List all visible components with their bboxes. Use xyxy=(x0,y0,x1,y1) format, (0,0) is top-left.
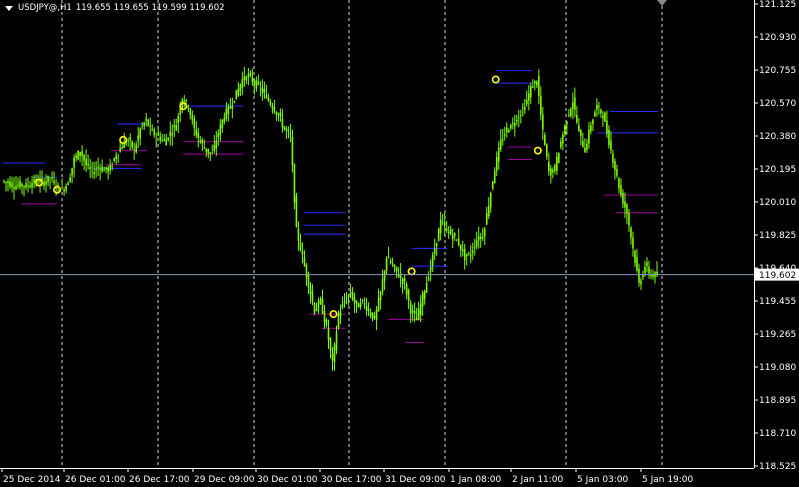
time-tick-label: 26 Dec 01:00 xyxy=(65,475,126,485)
ohlc-readout: 119.655 119.655 119.599 119.602 xyxy=(75,3,225,13)
signal-marker[interactable] xyxy=(35,178,44,187)
chart-header: USDJPY@,H1 119.655 119.655 119.599 119.6… xyxy=(0,0,229,16)
price-chart[interactable]: 121.125 120.930 120.755 120.570 120.380 120.1… xyxy=(0,0,799,487)
signal-marker[interactable] xyxy=(491,75,500,84)
time-tick-label: 29 Dec 09:00 xyxy=(194,475,255,485)
price-tick-label: 119.455 xyxy=(759,297,796,307)
signal-marker[interactable] xyxy=(119,135,128,144)
bid-price-label: 119.602 xyxy=(759,271,796,281)
dropdown-triangle-icon[interactable] xyxy=(5,5,13,11)
time-tick-label: 31 Dec 09:00 xyxy=(385,475,446,485)
chart-canvas[interactable]: 121.125 120.930 120.755 120.570 120.380 120.1… xyxy=(0,0,799,487)
time-tick-label: 25 Dec 2014 xyxy=(3,475,61,485)
price-tick-label: 118.710 xyxy=(759,429,796,439)
price-tick-label: 120.380 xyxy=(759,132,796,142)
price-tick-label: 119.080 xyxy=(759,363,796,373)
price-tick-label: 119.265 xyxy=(759,330,796,340)
time-tick-label: 5 Jan 19:00 xyxy=(642,475,694,485)
time-tick-label: 26 Dec 17:00 xyxy=(129,475,190,485)
price-tick-label: 120.195 xyxy=(759,165,796,175)
time-tick-label: 30 Dec 17:00 xyxy=(321,475,382,485)
price-tick-label: 118.895 xyxy=(759,396,796,406)
time-tick-label: 1 Jan 08:00 xyxy=(450,475,502,485)
signal-marker[interactable] xyxy=(533,146,542,155)
time-tick-label: 2 Jan 11:00 xyxy=(512,475,564,485)
price-tick-label: 118.525 xyxy=(759,462,796,472)
chart-shift-icon[interactable] xyxy=(657,0,667,6)
price-tick-label: 120.010 xyxy=(759,198,796,208)
price-tick-label: 120.755 xyxy=(759,66,796,76)
price-tick-label: 120.930 xyxy=(759,33,796,43)
time-tick-label: 30 Dec 01:00 xyxy=(257,475,318,485)
price-tick-label: 119.825 xyxy=(759,231,796,241)
symbol-label: USDJPY@,H1 xyxy=(18,3,72,13)
time-tick-label: 5 Jan 03:00 xyxy=(577,475,629,485)
price-tick-label: 121.125 xyxy=(759,0,796,10)
price-tick-label: 120.570 xyxy=(759,99,796,109)
signal-marker[interactable] xyxy=(407,267,416,276)
